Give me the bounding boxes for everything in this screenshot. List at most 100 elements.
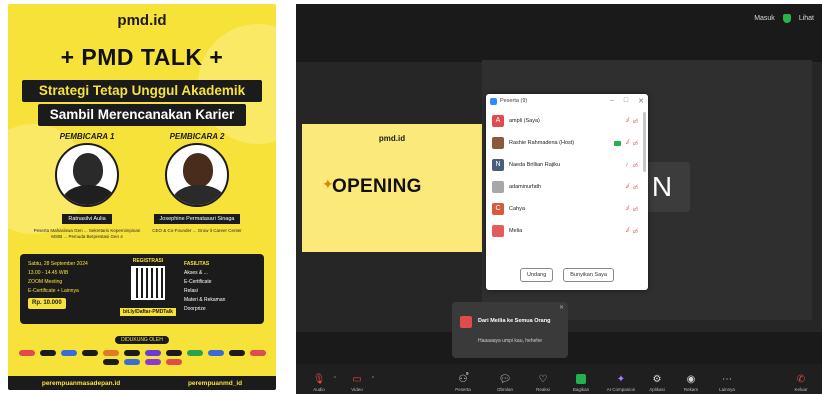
participants-list: A ampli (Saya) ♪̸ ▭̸ Rashie Rahmadena (H… bbox=[486, 110, 642, 260]
minimize-icon[interactable]: – bbox=[610, 97, 614, 105]
chat-message: Haaaaaya umpi kau, hehehe bbox=[478, 338, 542, 344]
more-label: Lainnya bbox=[719, 387, 735, 392]
partner-logo-icon bbox=[186, 350, 203, 356]
zoom-logo-icon bbox=[490, 97, 497, 105]
participants-actions: Undang Bunyikan Saya bbox=[486, 268, 648, 282]
top-right-controls: Masuk Lihat bbox=[754, 14, 814, 23]
participant-status: ♪̸ ▭̸ bbox=[625, 228, 638, 235]
record-label: Rekam bbox=[683, 387, 699, 392]
record-button[interactable]: ◉ Rekam bbox=[672, 373, 710, 392]
participant-name: Naeda Brillian Rajiku bbox=[509, 162, 561, 168]
video-button[interactable]: ▭ Video ^ bbox=[338, 373, 376, 392]
participant-row[interactable]: Melia ♪̸ ▭̸ bbox=[486, 220, 642, 242]
close-icon[interactable]: ✕ bbox=[559, 304, 564, 311]
partner-logo-icon bbox=[207, 350, 224, 356]
partner-logo-icon bbox=[39, 350, 56, 356]
benefit-item: Akses & ... bbox=[184, 270, 208, 276]
zoom-meeting-window: Masuk Lihat pmd.id ✦ OPENING N Peserta (… bbox=[296, 4, 822, 394]
mic-icon: ♪ bbox=[625, 161, 629, 168]
video-off-icon: ▭̸ bbox=[632, 162, 638, 169]
participant-status: ♪̸ ▭̸ bbox=[625, 184, 638, 191]
participant-row[interactable]: adaminurfath ♪̸ ▭̸ bbox=[486, 176, 642, 198]
participants-scrollbar[interactable] bbox=[643, 112, 646, 172]
apps-button[interactable]: ⚙︎ Aplikasi bbox=[638, 373, 676, 392]
participant-row[interactable]: N Naeda Brillian Rajiku ♪ ▭̸ bbox=[486, 154, 642, 176]
poster-subtitle-2: Sambil Merencanakan Karier bbox=[38, 104, 246, 126]
video-off-icon: ▭̸ bbox=[632, 140, 638, 147]
muted-mic-icon: ♪̸ bbox=[625, 117, 629, 124]
ai-companion-button[interactable]: ✦ AI Companion bbox=[602, 373, 640, 392]
ai-companion-label: AI Companion bbox=[606, 387, 636, 392]
participant-avatar: N bbox=[492, 159, 504, 171]
chat-sender: Dari Meilia ke Semua Orang bbox=[478, 318, 551, 324]
speaker-2-head bbox=[183, 153, 213, 187]
screen-share-icon bbox=[614, 140, 622, 146]
event-certificate: E-Certificate + Lainnya bbox=[28, 288, 79, 294]
partner-logo-icon bbox=[228, 350, 245, 356]
poster-footer: perempuanmasadepan.id perempuanmd_id bbox=[8, 376, 276, 390]
top-right-label-1[interactable]: Masuk bbox=[754, 15, 775, 22]
participant-row[interactable]: A ampli (Saya) ♪̸ ▭̸ bbox=[486, 110, 642, 132]
video-off-icon: ▭ bbox=[352, 374, 362, 385]
participant-status: ♪̸ ▭̸ bbox=[625, 206, 638, 213]
partner-logo-icon bbox=[165, 359, 182, 365]
share-button[interactable]: Bagikan bbox=[562, 373, 600, 392]
poster-domain: pmd.id bbox=[117, 12, 167, 29]
poster-title: + PMD TALK + bbox=[60, 44, 224, 70]
muted-mic-icon: ♪̸ bbox=[625, 183, 629, 190]
participant-avatar: C bbox=[492, 203, 504, 215]
participant-status: ♪̸ ▭̸ bbox=[614, 140, 638, 147]
participants-window-title: Peserta (9) bbox=[500, 98, 528, 104]
shared-screen: pmd.id ✦ OPENING bbox=[302, 124, 482, 252]
chat-label: Obrolan bbox=[496, 387, 513, 392]
participant-row[interactable]: Rashie Rahmadena (Host) ♪̸ ▭̸ bbox=[486, 132, 642, 154]
window-controls: – □ ✕ bbox=[610, 97, 644, 105]
heart-icon: ♡ bbox=[538, 374, 548, 385]
audio-button[interactable]: 🎙︎ Audio ^ bbox=[300, 373, 338, 392]
shared-screen-title: OPENING bbox=[332, 176, 422, 197]
react-button[interactable]: ♡ Reaksi bbox=[524, 373, 562, 392]
leave-button[interactable]: ✆ Keluar bbox=[782, 373, 820, 392]
maximize-icon[interactable]: □ bbox=[624, 97, 628, 105]
event-info-box: Sabtu, 28 September 2024 13.00 - 14.45 W… bbox=[20, 254, 264, 324]
participants-count: 9 bbox=[466, 371, 469, 376]
participant-avatar bbox=[492, 225, 504, 237]
participant-avatar bbox=[492, 181, 504, 193]
security-shield-icon[interactable] bbox=[782, 14, 791, 23]
chevron-up-icon[interactable]: ^ bbox=[334, 376, 336, 382]
chat-notification[interactable]: ✕ Dari Meilia ke Semua Orang Haaaaaya um… bbox=[452, 302, 568, 358]
participant-avatar: A bbox=[492, 115, 504, 127]
speaker-2-photo bbox=[165, 143, 229, 207]
speaker-1-body bbox=[63, 185, 115, 205]
event-date: Sabtu, 28 September 2024 bbox=[28, 261, 88, 267]
partners-section: DIDUKUNG OLEH bbox=[8, 328, 276, 365]
participants-window-titlebar[interactable]: Peserta (9) – □ ✕ bbox=[486, 94, 648, 108]
participant-row[interactable]: C Cahya ♪̸ ▭̸ bbox=[486, 198, 642, 220]
chat-bubble-icon: 💬︎ bbox=[498, 374, 512, 385]
muted-mic-icon: 🎙︎ bbox=[312, 374, 326, 385]
video-off-icon: ▭̸ bbox=[632, 184, 638, 191]
partner-logo-icon bbox=[102, 350, 119, 356]
participant-avatar bbox=[492, 137, 504, 149]
close-icon[interactable]: ✕ bbox=[638, 97, 644, 105]
participants-window: Peserta (9) – □ ✕ A ampli (Saya) ♪̸ ▭̸ R… bbox=[486, 94, 648, 290]
participants-button[interactable]: ⚇ 9 Peserta bbox=[444, 371, 482, 392]
partner-logo-icon bbox=[123, 359, 140, 365]
twitter-handle: perempuanmd_id bbox=[187, 379, 243, 387]
event-poster: pmd.id + PMD TALK + Strategi Tetap Unggu… bbox=[8, 4, 276, 390]
more-button[interactable]: ⋯ Lainnya bbox=[708, 373, 746, 392]
speaker-2-name: Josephine Permatasari Sinaga bbox=[153, 214, 241, 224]
qr-code-icon bbox=[131, 266, 165, 300]
invite-button[interactable]: Undang bbox=[520, 268, 554, 282]
instagram-handle: perempuanmasadepan.id bbox=[41, 379, 121, 387]
sparkle-icon: ✦ bbox=[616, 374, 626, 385]
speaker-2: PEMBICARA 2 Josephine Permatasari Sinaga… bbox=[142, 132, 252, 234]
chat-button[interactable]: 💬︎ Obrolan bbox=[486, 373, 524, 392]
chevron-up-icon[interactable]: ^ bbox=[372, 376, 374, 382]
benefit-item: Materi & Rekaman bbox=[184, 297, 226, 303]
muted-mic-icon: ♪̸ bbox=[625, 227, 629, 234]
view-button[interactable]: Lihat bbox=[799, 15, 814, 22]
speaker-2-badge: PEMBICARA 2 bbox=[169, 132, 225, 141]
unmute-me-button[interactable]: Bunyikan Saya bbox=[563, 268, 614, 282]
benefit-item: Relasi bbox=[184, 288, 198, 294]
